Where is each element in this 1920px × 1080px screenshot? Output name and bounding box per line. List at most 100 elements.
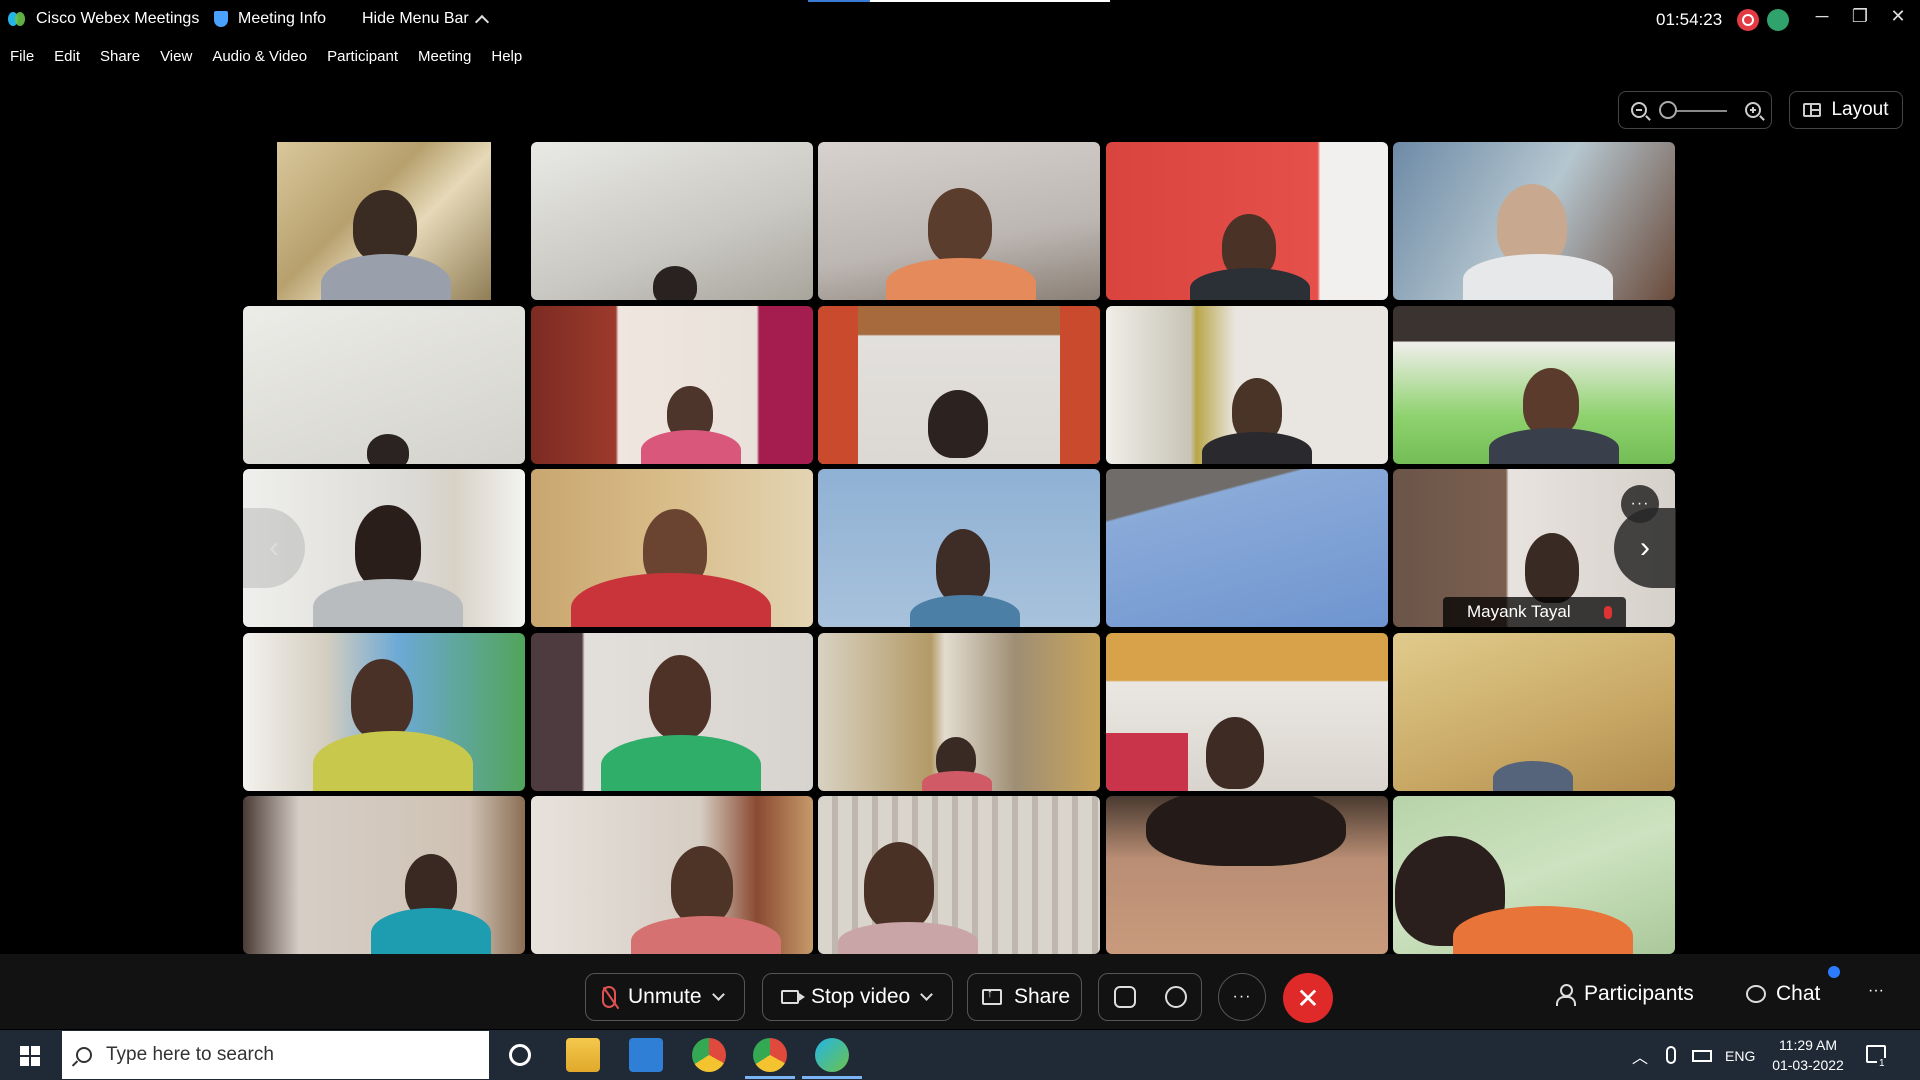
video-tile[interactable] xyxy=(1105,469,1388,627)
participants-icon xyxy=(1556,984,1576,1006)
clock-date: 01-03-2022 xyxy=(1772,1057,1844,1073)
video-tile[interactable] xyxy=(1393,632,1675,791)
video-tile[interactable] xyxy=(530,469,813,627)
hide-menu-bar-button[interactable]: Hide Menu Bar xyxy=(362,10,489,30)
hide-menu-bar-label: Hide Menu Bar xyxy=(362,10,469,27)
webex-logo-icon xyxy=(8,11,28,27)
video-tile[interactable] xyxy=(1105,632,1388,791)
menu-participant[interactable]: Participant xyxy=(327,48,398,65)
zoom-in-icon[interactable] xyxy=(1745,102,1761,118)
video-tile[interactable] xyxy=(818,632,1100,791)
video-grid: ··· Mayank Tayal xyxy=(243,142,1675,954)
app-title-text: Cisco Webex Meetings xyxy=(36,10,200,27)
chat-unread-badge xyxy=(1828,966,1840,978)
layout-label: Layout xyxy=(1831,99,1889,120)
meeting-info-button[interactable]: Meeting Info xyxy=(214,10,326,28)
notification-count: 1 xyxy=(1877,1058,1887,1069)
menu-help[interactable]: Help xyxy=(491,48,522,65)
search-placeholder: Type here to search xyxy=(106,1044,274,1065)
video-tile[interactable] xyxy=(243,796,525,954)
participants-button[interactable]: Participants xyxy=(1556,982,1694,1006)
meeting-info-label: Meeting Info xyxy=(238,10,327,27)
overflow-menu-button[interactable]: ··· xyxy=(1868,982,1884,1000)
chevron-up-icon xyxy=(474,14,489,30)
camera-icon xyxy=(781,990,805,1004)
stop-video-label: Stop video xyxy=(811,985,911,1008)
battery-icon[interactable] xyxy=(1692,1050,1712,1062)
more-options-button[interactable]: ··· xyxy=(1218,973,1266,1021)
participants-label: Participants xyxy=(1584,982,1694,1005)
app-title: Cisco Webex Meetings xyxy=(8,10,199,28)
unmute-button[interactable]: Unmute xyxy=(585,973,745,1021)
layout-button[interactable]: Layout xyxy=(1789,91,1903,129)
video-tile[interactable] xyxy=(818,796,1100,954)
raise-hand-icon[interactable] xyxy=(1113,986,1136,1008)
page-indicator xyxy=(808,0,1110,2)
muted-mic-icon xyxy=(1604,606,1612,619)
video-tile[interactable] xyxy=(243,305,525,464)
mail-icon[interactable] xyxy=(629,1038,663,1072)
video-tile[interactable] xyxy=(530,305,813,464)
stop-video-button[interactable]: Stop video xyxy=(762,973,953,1021)
menu-audio-video[interactable]: Audio & Video xyxy=(212,48,307,65)
zoom-slider-handle[interactable] xyxy=(1659,101,1677,119)
close-window-button[interactable]: ✕ xyxy=(1886,6,1910,27)
chat-icon xyxy=(1746,985,1766,1003)
unmute-label: Unmute xyxy=(628,985,702,1008)
tray-overflow-chevron[interactable]: ︿ xyxy=(1632,1044,1648,1068)
menu-view[interactable]: View xyxy=(160,48,192,65)
share-button[interactable]: Share xyxy=(967,973,1082,1021)
video-tile[interactable] xyxy=(530,142,813,300)
menu-share[interactable]: Share xyxy=(100,48,140,65)
video-tile[interactable] xyxy=(818,142,1100,300)
language-indicator[interactable]: ENG xyxy=(1725,1048,1755,1064)
file-explorer-icon[interactable] xyxy=(566,1038,600,1072)
reactions-icon[interactable] xyxy=(1164,986,1187,1008)
share-screen-icon xyxy=(982,986,1002,1005)
participant-name: Mayank Tayal xyxy=(1467,602,1571,621)
webex-taskbar-icon[interactable] xyxy=(815,1038,849,1072)
video-tile[interactable] xyxy=(1393,305,1675,464)
search-icon xyxy=(76,1047,92,1063)
video-tile[interactable] xyxy=(818,305,1100,464)
video-tile[interactable] xyxy=(530,632,813,791)
zoom-out-icon[interactable] xyxy=(1631,102,1647,118)
chrome-icon[interactable] xyxy=(692,1038,726,1072)
microphone-muted-icon xyxy=(602,986,616,1008)
microphone-tray-icon[interactable] xyxy=(1666,1046,1676,1064)
taskbar-search-input[interactable]: Type here to search xyxy=(62,1031,489,1079)
menu-edit[interactable]: Edit xyxy=(54,48,80,65)
grid-layout-icon xyxy=(1803,103,1822,117)
leave-meeting-button[interactable]: ✕ xyxy=(1283,973,1333,1023)
chevron-down-icon[interactable] xyxy=(920,988,934,1001)
menu-bar: File Edit Share View Audio & Video Parti… xyxy=(10,48,542,65)
page-indicator-active xyxy=(808,0,870,2)
network-stats-icon[interactable] xyxy=(1767,9,1789,31)
video-tile[interactable] xyxy=(243,632,525,791)
menu-file[interactable]: File xyxy=(10,48,34,65)
menu-meeting[interactable]: Meeting xyxy=(418,48,471,65)
video-tile[interactable] xyxy=(1105,796,1388,954)
cortana-icon[interactable] xyxy=(509,1044,531,1066)
windows-start-icon[interactable] xyxy=(20,1046,40,1066)
video-tile[interactable] xyxy=(530,796,813,954)
video-tile[interactable] xyxy=(243,142,525,300)
video-tile[interactable] xyxy=(1393,142,1675,300)
restore-button[interactable]: ❐ xyxy=(1848,6,1872,27)
chat-label: Chat xyxy=(1776,982,1821,1005)
video-tile[interactable] xyxy=(1393,796,1675,954)
chevron-down-icon[interactable] xyxy=(711,988,725,1001)
participant-name-tag: Mayank Tayal xyxy=(1443,597,1626,627)
clock-time: 11:29 AM xyxy=(1778,1037,1838,1053)
zoom-control xyxy=(1618,91,1772,129)
recording-icon[interactable] xyxy=(1737,9,1759,31)
taskbar-clock[interactable]: 11:29 AM 01-03-2022 xyxy=(1768,1035,1848,1075)
minimize-button[interactable]: ─ xyxy=(1810,6,1834,27)
meeting-controls: Unmute Stop video Share ··· ✕ Participan… xyxy=(0,954,1920,1029)
chat-button[interactable]: Chat xyxy=(1746,982,1820,1006)
video-tile[interactable] xyxy=(818,469,1100,627)
video-tile[interactable] xyxy=(1105,305,1388,464)
active-app-indicator xyxy=(745,1076,795,1079)
chrome-profile-icon[interactable] xyxy=(753,1038,787,1072)
video-tile[interactable] xyxy=(1105,142,1388,300)
